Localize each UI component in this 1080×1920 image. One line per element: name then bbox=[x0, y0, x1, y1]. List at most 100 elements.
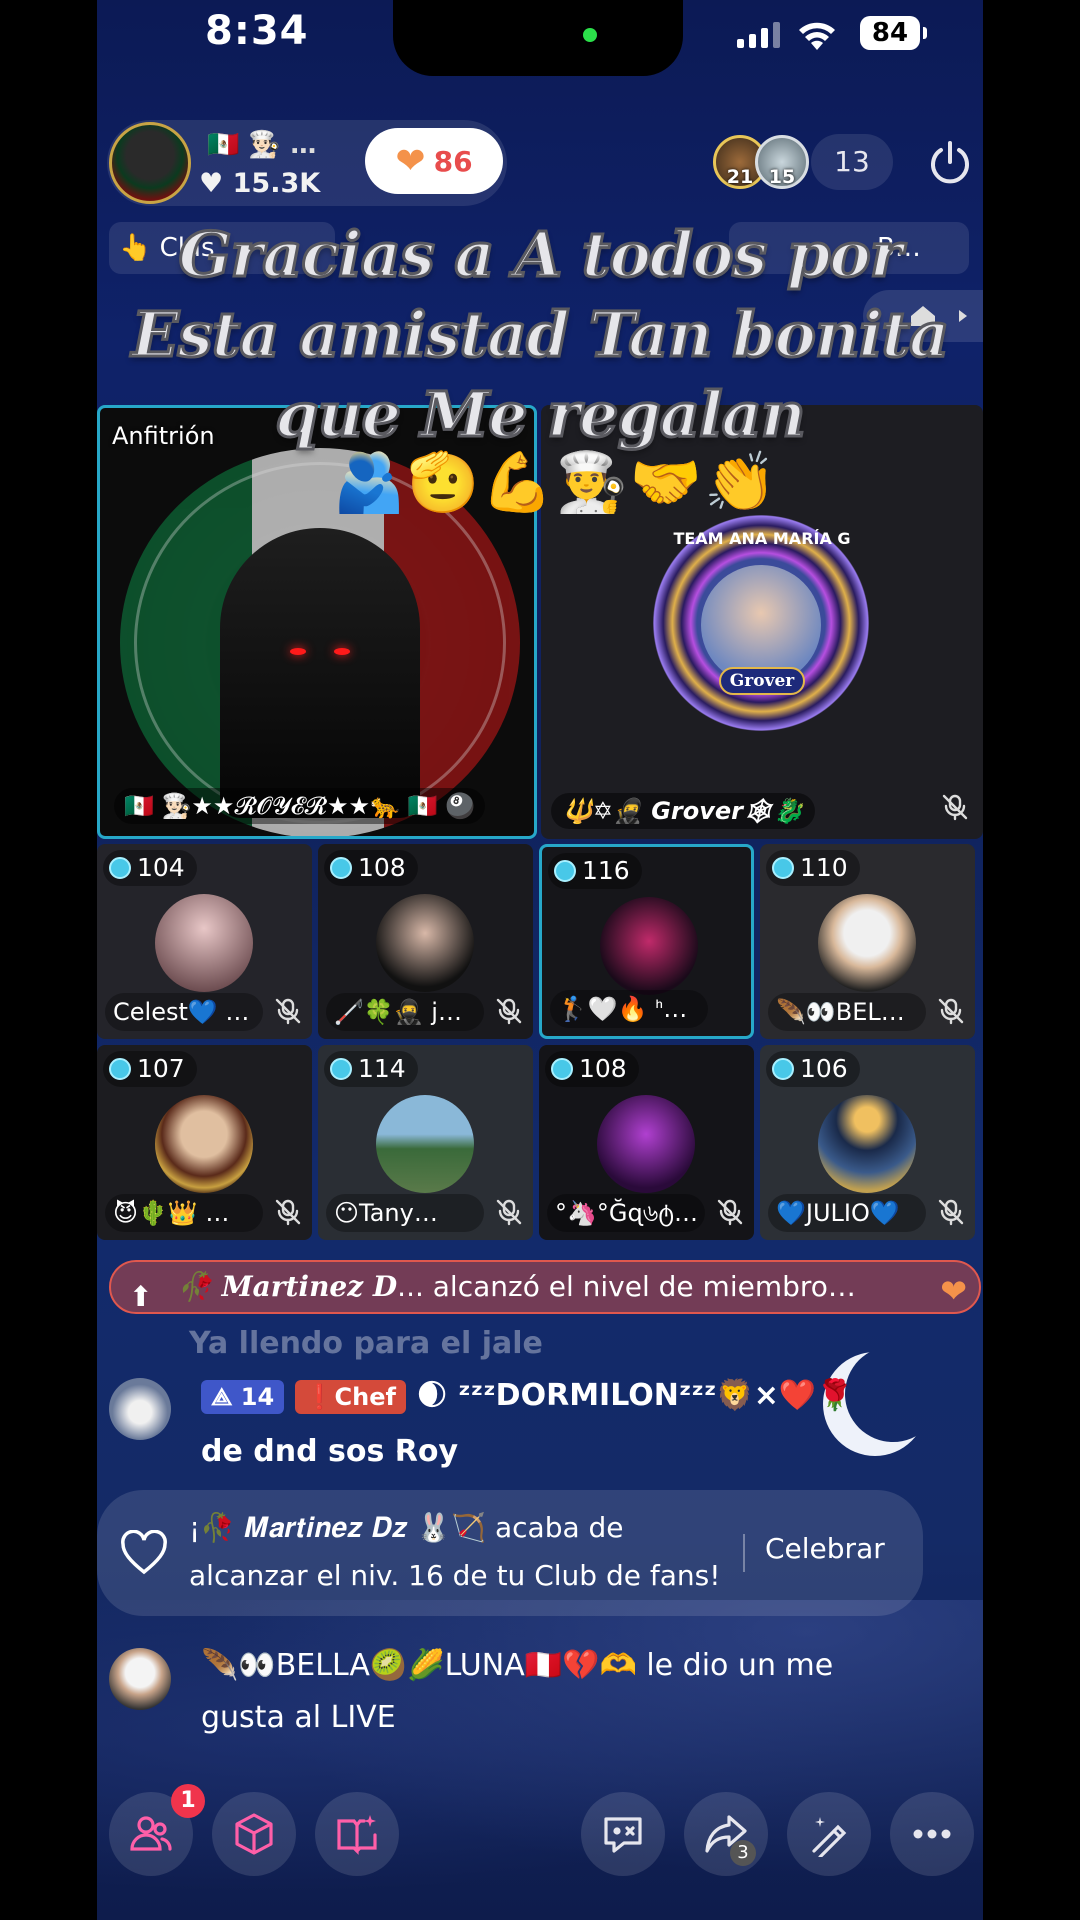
chat-text: de dnd sos Roy bbox=[201, 1434, 459, 1469]
top-viewers[interactable]: 21 15 bbox=[713, 134, 809, 190]
announcement-user: 🥀 𝑴𝒂𝒓𝒕𝒊𝒏𝒆𝒛 𝑫 bbox=[177, 1270, 398, 1303]
seat-avatar bbox=[376, 1095, 474, 1193]
heart-icon: ❤ bbox=[940, 1272, 967, 1310]
level-icon bbox=[772, 1058, 794, 1080]
level-icon bbox=[772, 857, 794, 879]
chat-avatar[interactable] bbox=[109, 1378, 171, 1440]
follow-heart-button[interactable]: ❤ 86 bbox=[365, 128, 503, 194]
guest-seat[interactable]: 110 🪶👀BEL… bbox=[760, 844, 975, 1039]
badge-title: TEAM ANA MARÍA G bbox=[673, 529, 851, 548]
comment-button[interactable] bbox=[581, 1792, 665, 1876]
seat-level-value: 106 bbox=[800, 1054, 848, 1083]
mic-off-icon bbox=[496, 998, 522, 1025]
seat-avatar bbox=[818, 894, 916, 992]
mic-off-icon bbox=[275, 1199, 301, 1226]
arrow-up-icon: ⬆ bbox=[129, 1280, 153, 1313]
guest-seat[interactable]: 108 🦯🍀🥷 j… bbox=[318, 844, 533, 1039]
mic-off-icon bbox=[275, 998, 301, 1025]
guest-seat[interactable]: 108 °🦄°Ğɋ৬ტ… bbox=[539, 1045, 754, 1240]
level-tag: ⟁ 14 bbox=[201, 1379, 285, 1414]
guest-seat-speaking[interactable]: 116 🏌🤍🔥 ᑋ… bbox=[539, 844, 754, 1039]
fanclub-text: ¡🥀 𝑴𝒂𝒓𝒕𝒊𝒏𝒆𝒛 𝑫𝒛 🐰🏹 acaba de alcanzar el n… bbox=[189, 1504, 720, 1600]
level-icon bbox=[330, 1058, 352, 1080]
mic-off-icon bbox=[942, 794, 968, 821]
chef-tag: ❗Chef bbox=[294, 1379, 406, 1414]
seat-name: 🪶👀BEL… bbox=[768, 993, 926, 1031]
notification-badge: 1 bbox=[171, 1784, 205, 1818]
viewer-count[interactable]: 13 bbox=[811, 134, 893, 190]
seat-avatar bbox=[155, 1095, 253, 1193]
seat-level: 116 bbox=[548, 853, 642, 889]
seat-avatar bbox=[597, 1095, 695, 1193]
celebrate-button[interactable]: Celebrar bbox=[765, 1532, 885, 1565]
chat-message[interactable]: ⟁ 14 ❗Chef 🌒 ᶻᶻᶻDORMILONᶻᶻᶻ🦁×❤️🌹 de dnd … bbox=[109, 1378, 969, 1474]
chat-username: 🌒 ᶻᶻᶻDORMILONᶻᶻᶻ🦁×❤️🌹 bbox=[416, 1378, 854, 1413]
guest-name: 🔱✡🥷 Grover🕸🐉 bbox=[551, 793, 816, 829]
chat-text: gusta al LIVE bbox=[201, 1700, 396, 1735]
mic-off-icon bbox=[717, 1199, 743, 1226]
stories-button[interactable] bbox=[315, 1792, 399, 1876]
share-button[interactable]: 3 bbox=[684, 1792, 768, 1876]
seat-name: 🦯🍀🥷 j… bbox=[326, 993, 484, 1031]
guest-seat[interactable]: 114 😶Tany… bbox=[318, 1045, 533, 1240]
chat-avatar[interactable] bbox=[109, 1648, 171, 1710]
viewer-avatar[interactable]: 15 bbox=[755, 135, 809, 189]
caption-line: que Me regalan bbox=[274, 377, 808, 453]
live-stream-screen: 8:34 84 🇲🇽 👨🏻‍🍳 … ♥ 15.3K ❤ 86 21 15 13 … bbox=[97, 0, 983, 1920]
badge-name: Grover bbox=[719, 667, 805, 695]
magic-wand-icon bbox=[812, 1817, 847, 1857]
seat-avatar bbox=[376, 894, 474, 992]
heart-count: 86 bbox=[433, 144, 473, 178]
effects-button[interactable] bbox=[787, 1792, 871, 1876]
seat-level: 104 bbox=[103, 850, 197, 886]
level-icon bbox=[109, 1058, 131, 1080]
divider bbox=[743, 1534, 745, 1572]
seat-level-value: 110 bbox=[800, 853, 848, 882]
seat-level-value: 114 bbox=[358, 1054, 406, 1083]
host-emoji-line: 🇲🇽 👨🏻‍🍳 bbox=[207, 130, 281, 160]
more-button[interactable] bbox=[890, 1792, 974, 1876]
heart-icon: ❤ bbox=[395, 140, 426, 182]
level-announcement-banner[interactable]: ⬆ 🥀 𝑴𝒂𝒓𝒕𝒊𝒏𝒆𝒛 𝑫... alcanzó el nivel de mi… bbox=[109, 1260, 981, 1314]
chat-message[interactable]: 🪶👀BELLA🥝🌽LUNA🇵🇪💔🫶 le dio un me gusta al … bbox=[109, 1648, 969, 1748]
friends-button[interactable]: 1 bbox=[109, 1784, 205, 1876]
seat-level-value: 116 bbox=[582, 856, 630, 885]
gift-box-button[interactable] bbox=[212, 1792, 296, 1876]
announcement-text: ... alcanzó el nivel de miembro… bbox=[397, 1270, 856, 1303]
host-name-ellipsis: … bbox=[290, 130, 317, 160]
seat-level: 107 bbox=[103, 1051, 197, 1087]
battery-indicator: 84 bbox=[860, 16, 927, 50]
level-icon bbox=[554, 860, 576, 882]
seat-level-value: 107 bbox=[137, 1054, 185, 1083]
guest-seat[interactable]: 104 Celest💙 … bbox=[97, 844, 312, 1039]
camera-indicator-icon bbox=[583, 28, 597, 42]
mic-off-icon bbox=[938, 1199, 964, 1226]
seat-level: 114 bbox=[324, 1051, 418, 1087]
seat-name: 🏌🤍🔥 ᑋ… bbox=[550, 990, 708, 1028]
seat-avatar bbox=[155, 894, 253, 992]
seat-level-value: 108 bbox=[358, 853, 406, 882]
share-count: 3 bbox=[730, 1840, 756, 1866]
cube-icon bbox=[235, 1813, 273, 1855]
seat-avatar bbox=[600, 897, 698, 995]
hooded-figure bbox=[220, 528, 420, 818]
host-name: 🇲🇽 👨🏻‍🍳 … bbox=[207, 126, 316, 161]
caption-emojis: 🫂🫡💪👨‍🍳🤝👏 bbox=[333, 448, 779, 516]
level-icon bbox=[551, 1058, 573, 1080]
power-icon[interactable] bbox=[927, 140, 973, 186]
chat-username: 🪶👀BELLA🥝🌽LUNA🇵🇪💔🫶 bbox=[201, 1648, 637, 1683]
seat-avatar bbox=[818, 1095, 916, 1193]
dynamic-island bbox=[393, 0, 683, 76]
host-likes-count: 15.3K bbox=[232, 168, 321, 199]
level-icon bbox=[109, 857, 131, 879]
fanclub-line: ¡🥀 𝑴𝒂𝒓𝒕𝒊𝒏𝒆𝒛 𝑫𝒛 🐰🏹 acaba de bbox=[189, 1511, 624, 1544]
friends-icon bbox=[130, 1816, 172, 1851]
chat-message-faded: Ya llendo para el jale bbox=[189, 1326, 543, 1361]
comment-icon bbox=[604, 1817, 642, 1853]
seat-level: 106 bbox=[766, 1051, 860, 1087]
status-time: 8:34 bbox=[205, 8, 309, 54]
guest-seat[interactable]: 107 😈🌵👑 … bbox=[97, 1045, 312, 1240]
guest-seat[interactable]: 106 💙JULIO💙 bbox=[760, 1045, 975, 1240]
chef-tag-label: Chef bbox=[334, 1382, 396, 1411]
host-avatar[interactable] bbox=[109, 122, 191, 204]
